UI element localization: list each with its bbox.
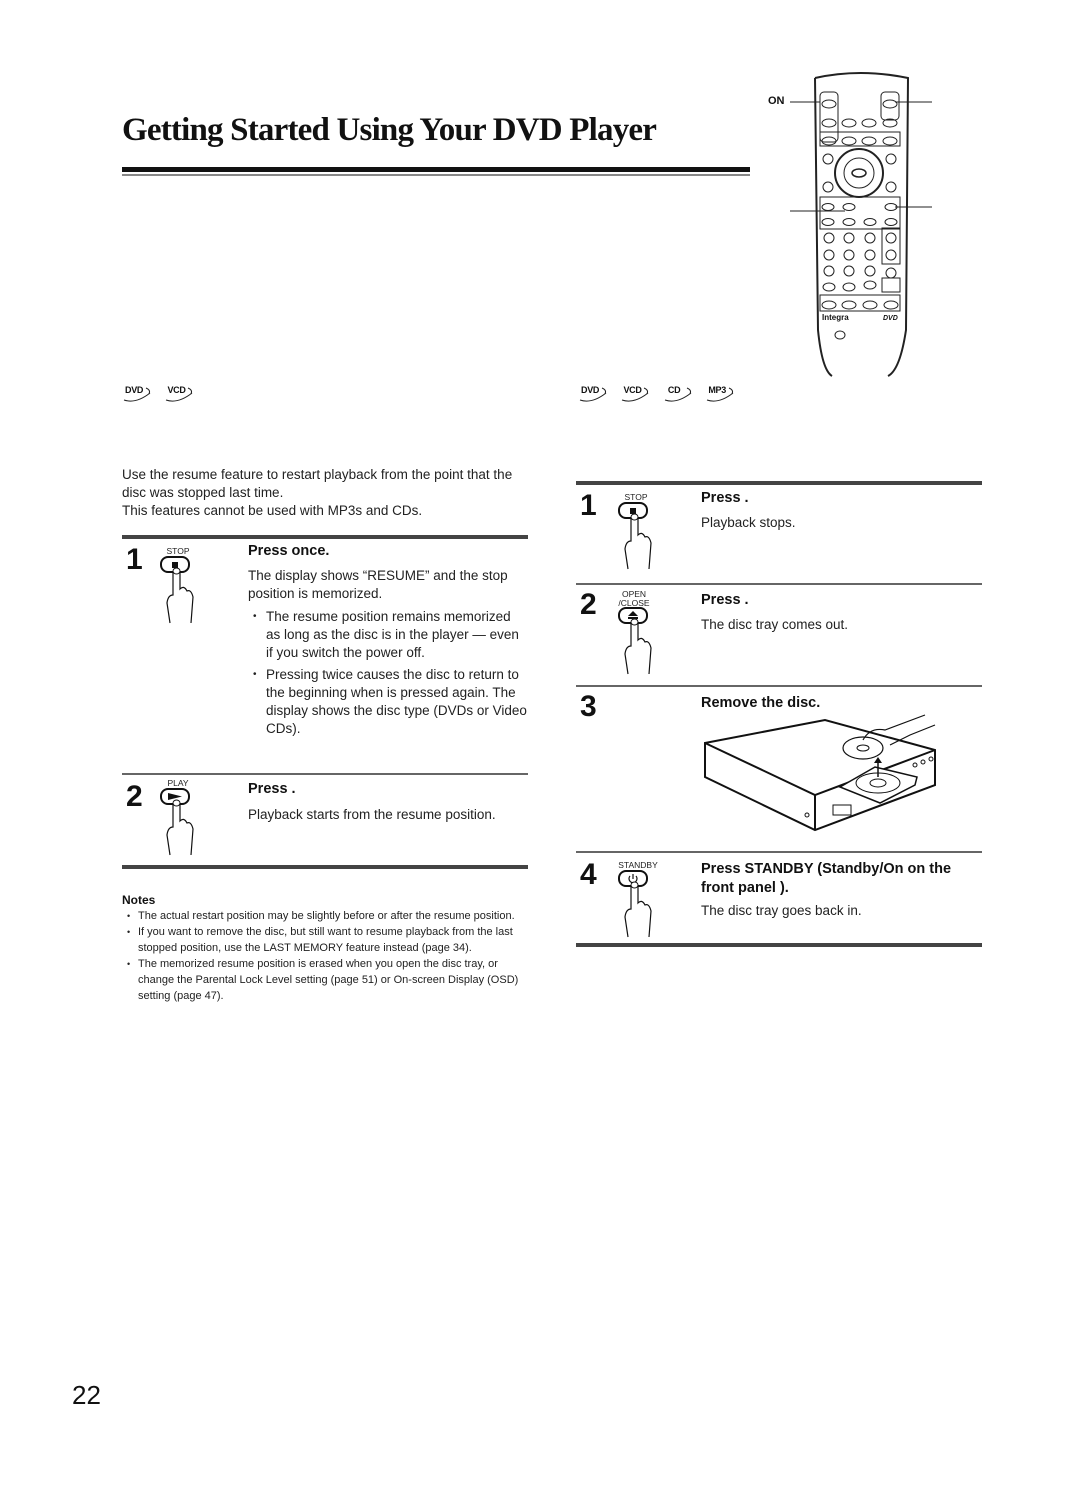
remove-disc-illustration [704,714,936,832]
left-disc-type-logos: DVD VCD [122,385,202,408]
open-close-button-press-icon [618,607,652,675]
notes-heading: Notes [122,893,156,907]
resume-intro: Use the resume feature to restart playba… [122,466,532,520]
step-divider [576,851,982,853]
page-title: Getting Started Using Your DVD Player [122,112,657,148]
play-button-press-icon [160,788,194,856]
disc-logo-dvd: DVD [578,385,608,403]
bullet-item: Pressing twice causes the disc to return… [248,666,528,738]
step-title: Press . [248,781,296,797]
remote-control-illustration: Integra DVD [790,72,932,377]
step-divider [576,583,982,585]
page-number: 22 [72,1380,101,1410]
note-item: If you want to remove the disc, but stil… [122,924,532,956]
section-divider [576,943,982,947]
step-number: 4 [580,858,597,891]
disc-logo-vcd: VCD [620,385,650,403]
section-divider [576,481,982,485]
intro-paragraph: This features cannot be used with MP3s a… [122,503,423,518]
svg-text:Integra: Integra [822,313,849,322]
step-title: Press . [701,592,749,608]
standby-button-press-icon [618,870,652,938]
stop-button-press-icon [160,556,194,624]
step-divider [122,773,528,775]
disc-logo-dvd: DVD [122,385,152,403]
disc-logo-mp3: MP3 [705,385,735,403]
stop-button-press-icon [618,502,652,570]
step-description: The disc tray comes out. [701,617,849,632]
step-number: 1 [126,543,143,576]
section-divider [122,865,528,869]
title-rule [122,167,750,172]
step-number: 1 [580,489,597,522]
right-disc-type-logos: DVD VCD CD MP3 [578,385,743,408]
step-description: Playback starts from the resume position… [248,807,496,822]
step-title: Press once. [248,543,330,559]
step-title: Press STANDBY (Standby/On on the front p… [701,861,952,896]
step-number: 2 [580,588,597,621]
disc-logo-cd: CD [663,385,693,403]
notes-list: The actual restart position may be sligh… [122,908,532,1004]
step-number: 3 [580,690,597,723]
svg-text:DVD: DVD [883,315,898,322]
step-title: Press . [701,490,749,506]
step-number: 2 [126,780,143,813]
section-divider [122,535,528,539]
step-bullets: The resume position remains memorized as… [248,604,528,738]
title-rule-thin [122,174,750,176]
step-description: Playback stops. [701,515,796,530]
step-divider [576,685,982,687]
bullet-item: The resume position remains memorized as… [248,608,528,662]
note-item: The actual restart position may be sligh… [122,908,532,924]
note-item: The memorized resume position is erased … [122,956,532,1004]
step-description: The disc tray goes back in. [701,903,862,918]
intro-paragraph: Use the resume feature to restart playba… [122,467,513,500]
step-description: The display shows “RESUME” and the stop … [248,568,508,601]
disc-logo-vcd: VCD [164,385,194,403]
